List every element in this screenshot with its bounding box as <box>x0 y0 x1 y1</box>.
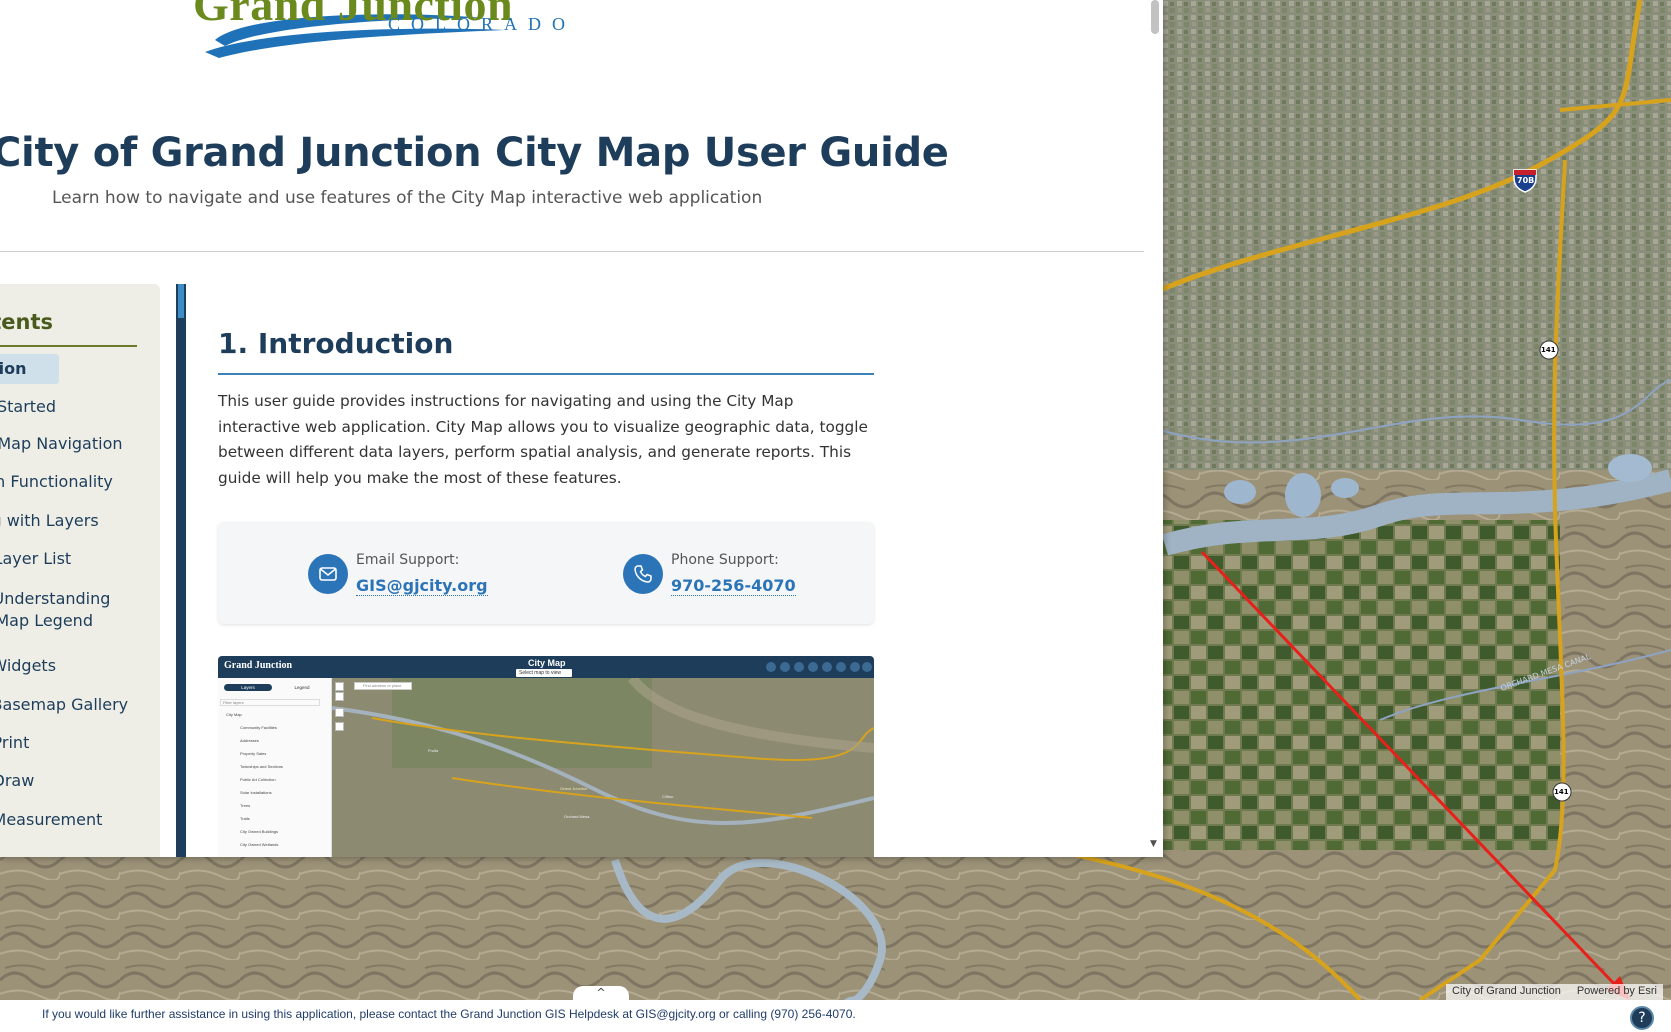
toc-title-rule <box>0 345 137 347</box>
preview-logo: Grand Junction <box>224 660 293 671</box>
preview-title: City Map <box>528 658 566 668</box>
toc-title: Table of Contents <box>0 310 54 334</box>
preview-tab-legend: Legend <box>294 685 310 690</box>
preview-layer: Trees <box>240 803 251 808</box>
preview-tool-icon <box>862 662 872 672</box>
preview-layer: City Owned Buildings <box>240 829 279 834</box>
preview-locate <box>335 722 344 731</box>
preview-tool-icon <box>836 662 846 672</box>
preview-tab-layers: Layers <box>224 684 272 691</box>
route-shield-label: 141 <box>1554 788 1569 796</box>
grand-junction-logo: Grand Junction COLORADO <box>185 0 605 60</box>
attribution-esri[interactable]: Powered by Esri <box>1577 985 1657 999</box>
title-divider <box>0 251 1144 252</box>
preview-tool-icon <box>766 662 776 672</box>
toc-item-working-with-layers[interactable]: 5. Working with Layers <box>0 510 99 532</box>
preview-filter: Filter layers <box>220 699 320 706</box>
preview-tool-icon <box>794 662 804 672</box>
reading-progress-bar <box>176 284 186 857</box>
phone-icon <box>623 554 663 594</box>
toc-item-search-functionality[interactable]: 4. Search Functionality <box>0 471 113 493</box>
reading-progress-fill <box>178 284 184 319</box>
preview-map-select: Select map to view <box>516 669 572 677</box>
preview-header: Grand Junction City Map Select map to vi… <box>218 656 874 678</box>
preview-place: Clifton <box>662 794 674 799</box>
page-subtitle: Learn how to navigate and use features o… <box>52 188 763 208</box>
preview-layer-panel: Layers Legend Filter layers City Map Com… <box>218 678 332 857</box>
preview-zoom-in <box>335 682 344 691</box>
toc-item-getting-started[interactable]: 2. Getting Started <box>0 396 56 418</box>
preview-map: Find address or place Grand Junction Fru… <box>331 674 874 857</box>
preview-layer: Townships and Sections <box>240 764 283 769</box>
preview-place: Grand Junction <box>560 786 588 791</box>
preview-zoom-out <box>335 692 344 701</box>
section-heading-rule <box>218 373 874 375</box>
preview-search: Find address or place <box>354 682 412 690</box>
section-heading: 1. Introduction <box>218 327 454 360</box>
user-guide-panel: Grand Junction COLORADO City of Grand Ju… <box>0 0 1163 857</box>
phone-support-label: Phone Support: <box>671 552 779 568</box>
preview-layer: Public Art Collection <box>240 777 276 782</box>
preview-layer: Community Facilities <box>240 725 277 730</box>
page-title: City of Grand Junction City Map User Gui… <box>0 130 949 176</box>
support-contact-card: Email Support: GIS@gjcity.org Phone Supp… <box>218 522 874 624</box>
map-attribution: City of Grand Junction Powered by Esri <box>1446 984 1663 1000</box>
phone-support-link[interactable]: 970-256-4070 <box>671 576 796 596</box>
help-icon[interactable]: ? <box>1630 1006 1654 1030</box>
preview-layer: Property Sales <box>240 751 267 756</box>
toc-item-widgets[interactable]: 6. Widgets <box>0 655 56 677</box>
email-support-label: Email Support: <box>356 552 460 568</box>
preview-home <box>335 708 344 717</box>
preview-tool-icon <box>850 662 860 672</box>
route-shield-label: 141 <box>1541 346 1556 354</box>
intro-paragraph: This user guide provides instructions fo… <box>218 392 868 487</box>
scrollbar-thumb[interactable] <box>1151 0 1159 34</box>
table-of-contents: Table of Contents 1. Introduction 2. Get… <box>0 284 160 857</box>
toc-item-map-navigation[interactable]: 3. Map Navigation <box>0 433 123 455</box>
preview-place: Orchard Mesa <box>564 814 590 819</box>
logo-state: COLORADO <box>388 14 577 34</box>
preview-tool-icon <box>780 662 790 672</box>
preview-layer: Solar Installations <box>240 790 272 795</box>
route-shield-label: 70B <box>1517 176 1535 185</box>
city-map-screenshot: Grand Junction City Map Select map to vi… <box>218 656 874 857</box>
email-support-link[interactable]: GIS@gjcity.org <box>356 576 488 596</box>
footer-assistance-text: If you would like further assistance in … <box>42 1007 856 1021</box>
envelope-icon <box>308 554 348 594</box>
toc-item-introduction[interactable]: 1. Introduction <box>0 354 59 384</box>
preview-place: Fruita <box>428 748 439 753</box>
footer-collapse-button[interactable]: ^ <box>573 986 629 1000</box>
toc-item-print[interactable]: 6.2 Print <box>0 732 29 754</box>
toc-item-layer-list[interactable]: 5.1 Layer List <box>0 548 71 570</box>
preview-tool-icon <box>808 662 818 672</box>
guide-scrollbar[interactable]: ▼ <box>1147 0 1163 857</box>
toc-item-measurement[interactable]: 6.4 Measurement <box>0 809 102 831</box>
scroll-down-arrow[interactable]: ▼ <box>1150 839 1157 849</box>
preview-tool-icon <box>822 662 832 672</box>
preview-layer: City Owned Wetlands <box>240 842 279 847</box>
toc-item-understanding-legend-line2[interactable]: the Map Legend <box>0 610 93 632</box>
preview-layer: City Map <box>226 712 242 717</box>
preview-layer: Trails <box>240 816 250 821</box>
footer-bar: If you would like further assistance in … <box>0 1000 1671 1032</box>
preview-map-imagery <box>331 674 874 857</box>
toc-item-draw[interactable]: 6.3 Draw <box>0 770 34 792</box>
toc-item-understanding-legend[interactable]: 5.2 Understanding <box>0 588 110 610</box>
preview-layer: Addresses <box>240 738 259 743</box>
attribution-source: City of Grand Junction <box>1452 985 1561 997</box>
toc-item-basemap-gallery[interactable]: 6.1 Basemap Gallery <box>0 694 128 716</box>
